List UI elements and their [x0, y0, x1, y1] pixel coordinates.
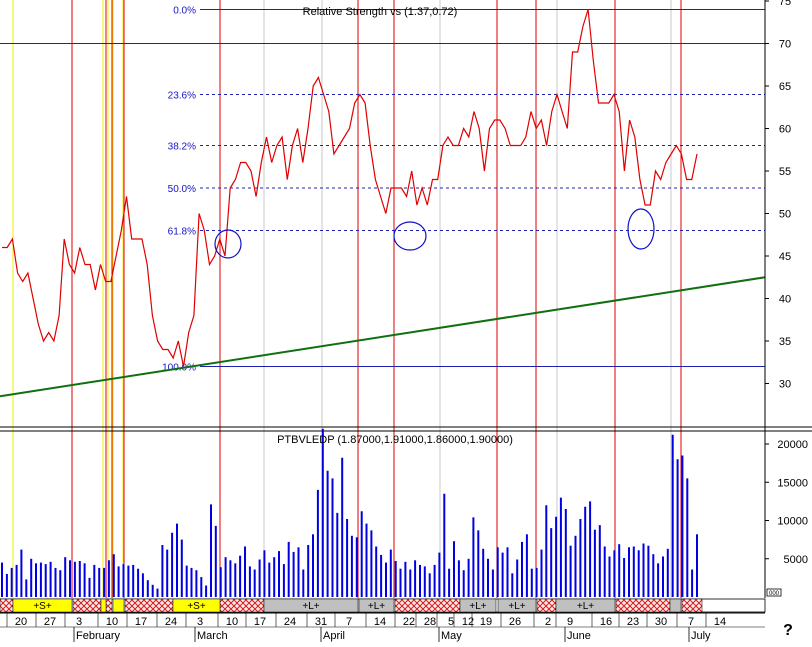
- rs-y-tick-label-75: 75: [779, 0, 791, 8]
- rs-y-tick-label-50: 50: [779, 209, 791, 221]
- vol-y-tick-label-10000: 10000: [777, 516, 808, 528]
- rs-y-tick-label-35: 35: [779, 336, 791, 348]
- x-tick-label-20: 9: [567, 616, 573, 628]
- x-tick-label-24: 7: [688, 616, 694, 628]
- rs-chart-title: Relative Strength vs (1.37,0.72): [303, 6, 458, 18]
- x-tick-label-3: 10: [106, 616, 118, 628]
- rs-y-tick-label-55: 55: [779, 166, 791, 178]
- signal-label-0: +S+: [33, 601, 52, 612]
- x-tick-label-2: 3: [76, 616, 82, 628]
- signal-label-2: +L+: [302, 601, 319, 612]
- circle-2: [393, 221, 427, 251]
- circle-1: [214, 229, 242, 259]
- fib-label-236: 23.6%: [168, 91, 196, 102]
- x-tick-label-21: 16: [600, 616, 612, 628]
- month-label-march: March: [197, 630, 228, 642]
- signal-hatch-2: [124, 598, 174, 613]
- signal-label-1: +S+: [187, 601, 206, 612]
- chart-canvas: 0.0%23.6%38.2%50.0%61.8%100.0%3035404550…: [0, 0, 812, 642]
- x-tick-label-12: 14: [374, 616, 386, 628]
- x-tick-label-6: 3: [197, 616, 203, 628]
- signal-label-5: +L+: [508, 601, 525, 612]
- rs-y-tick-label-70: 70: [779, 39, 791, 51]
- x-tick-label-15: 5: [448, 616, 454, 628]
- signal-hatch-start: [0, 598, 14, 613]
- x-tick-label-13: 22: [403, 616, 415, 628]
- rs-y-tick-label-30: 30: [779, 379, 791, 391]
- month-label-april: April: [323, 630, 345, 642]
- signal-hatch-1: [105, 598, 113, 613]
- x-tick-label-4: 17: [135, 616, 147, 628]
- vol-y-tick-label-20000: 20000: [777, 439, 808, 451]
- x-tick-label-5: 24: [165, 616, 177, 628]
- x-tick-label-1: 27: [44, 616, 56, 628]
- stock-chart: 0.0%23.6%38.2%50.0%61.8%100.0%3035404550…: [0, 0, 812, 642]
- fib-label-500: 50.0%: [168, 184, 196, 195]
- rs-y-tick-label-40: 40: [779, 294, 791, 306]
- fib-label-382: 38.2%: [168, 142, 196, 153]
- x-tick-label-10: 31: [315, 616, 327, 628]
- x-tick-label-0: 20: [15, 616, 27, 628]
- circle-3: [627, 208, 655, 250]
- month-label-may: May: [441, 630, 462, 642]
- signal-hatch-5: [536, 598, 557, 613]
- signal-hatch-0: [72, 598, 102, 613]
- x-tick-label-18: 26: [509, 616, 521, 628]
- signal-label-3: +L+: [368, 601, 385, 612]
- rs-y-tick-label-65: 65: [779, 81, 791, 93]
- vol-y-tick-label-15000: 15000: [777, 477, 808, 489]
- signal-label-4: +L+: [469, 601, 486, 612]
- corner-question-mark: ?: [783, 622, 793, 639]
- rs-y-tick-label-60: 60: [779, 124, 791, 136]
- green-trendline: [0, 276, 766, 398]
- x-tick-label-14: 28: [424, 616, 436, 628]
- x-tick-label-23: 30: [655, 616, 667, 628]
- fib-label-618: 61.8%: [168, 227, 196, 238]
- signal-label-6: +L+: [577, 601, 594, 612]
- x-tick-label-25: 14: [714, 616, 726, 628]
- x-tick-label-19: 2: [545, 616, 551, 628]
- x-tick-label-8: 17: [254, 616, 266, 628]
- signal-gray-small: [669, 598, 682, 613]
- scale-box-label: 000: [769, 591, 780, 597]
- signal-yellow-small-1: [100, 598, 107, 613]
- x-tick-label-11: 7: [346, 616, 352, 628]
- fib-label-00: 0.0%: [173, 6, 196, 17]
- rs-y-tick-label-45: 45: [779, 251, 791, 263]
- vol-y-tick-label-5000: 5000: [784, 554, 808, 566]
- month-label-june: June: [567, 630, 591, 642]
- signal-yellow-small-0: [112, 598, 125, 613]
- x-tick-label-22: 23: [627, 616, 639, 628]
- signal-hatch-4: [394, 598, 461, 613]
- x-tick-label-17: 19: [480, 616, 492, 628]
- month-label-july: July: [691, 630, 711, 642]
- volume-chart-title: PTBVLEDP (1.87000,1.91000,1.86000,1.9000…: [277, 434, 513, 446]
- x-tick-label-9: 24: [284, 616, 296, 628]
- signal-hatch-3: [219, 598, 265, 613]
- signal-hatch-6: [615, 598, 671, 613]
- x-tick-label-7: 10: [226, 616, 238, 628]
- signal-hatch-7: [681, 598, 703, 613]
- month-label-february: February: [76, 630, 121, 642]
